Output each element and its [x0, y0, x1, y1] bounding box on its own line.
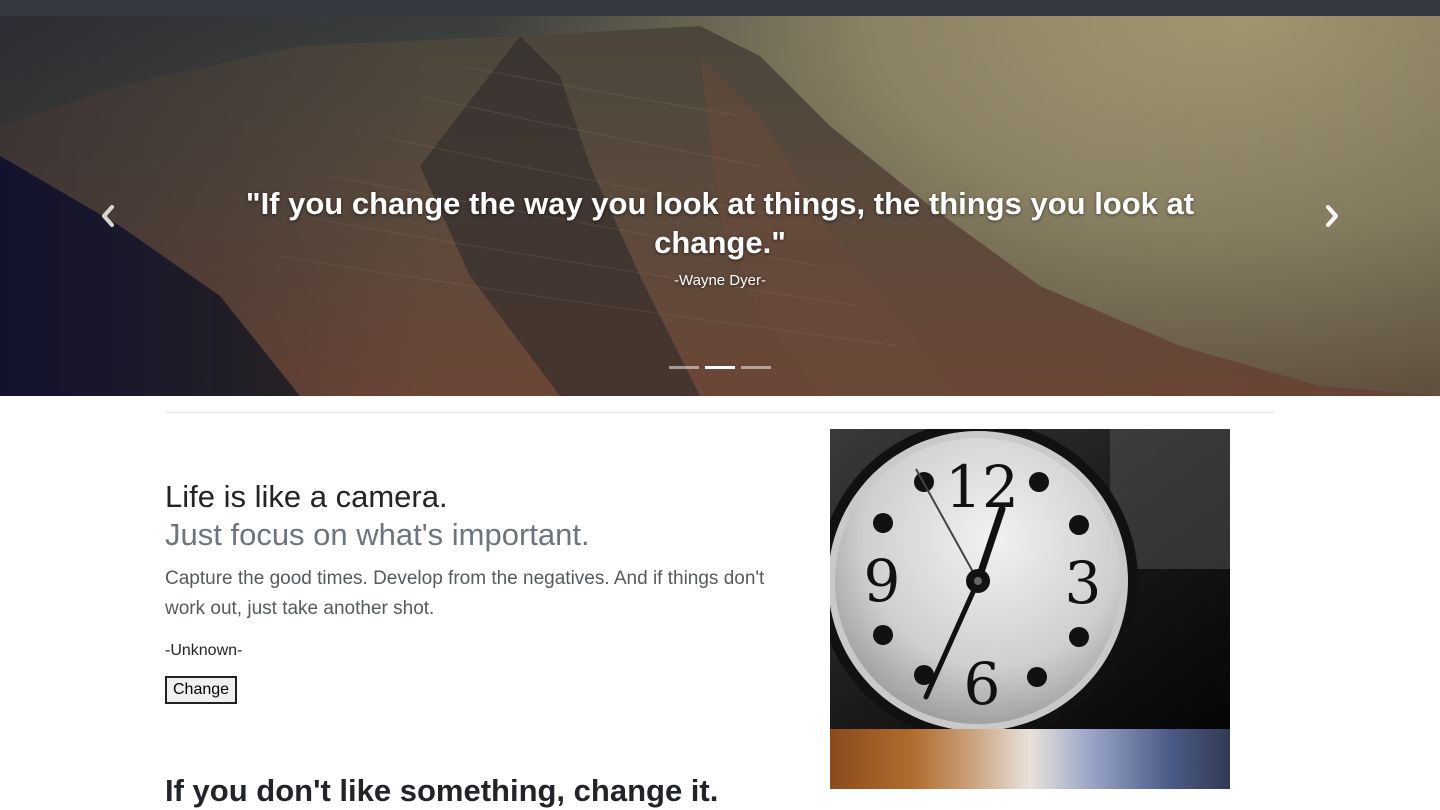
- featurette: Life is like a camera. Just focus on wha…: [165, 478, 785, 704]
- featurette-image-2: [830, 729, 1230, 789]
- featurette-2-heading: If you don't like something, change it.: [165, 773, 719, 808]
- featurette-divider: [165, 412, 1275, 413]
- carousel-quote: "If you change the way you look at thing…: [245, 186, 1195, 260]
- svg-text:9: 9: [864, 547, 901, 615]
- change-button[interactable]: Change: [165, 676, 238, 704]
- carousel-caption: "If you change the way you look at thing…: [240, 184, 1200, 290]
- carousel-prev-button[interactable]: [78, 186, 138, 246]
- featurette-subtitle: Just focus on what's important.: [165, 517, 590, 552]
- svg-text:6: 6: [964, 650, 1001, 718]
- chevron-right-icon: [1326, 205, 1338, 227]
- top-navbar: [0, 0, 1440, 16]
- featurette-heading: Life is like a camera. Just focus on wha…: [165, 478, 785, 554]
- svg-text:12: 12: [945, 453, 1019, 521]
- clock-image: 12 9 3 6: [830, 429, 1230, 729]
- featurette-lead: Capture the good times. Develop from the…: [165, 568, 765, 619]
- svg-text:3: 3: [1065, 549, 1102, 617]
- carousel-indicator-2[interactable]: [705, 366, 735, 369]
- quote-carousel: "If you change the way you look at thing…: [0, 16, 1440, 396]
- featurette-image: 12 9 3 6: [830, 429, 1230, 729]
- carousel-author: -Wayne Dyer-: [674, 272, 766, 289]
- featurette-title: Life is like a camera.: [165, 479, 448, 514]
- chevron-left-icon: [102, 205, 114, 227]
- carousel-indicators: [669, 366, 771, 369]
- carousel-indicator-3[interactable]: [741, 366, 771, 369]
- carousel-next-button[interactable]: [1302, 186, 1362, 246]
- featurette-author: -Unknown-: [165, 642, 243, 659]
- carousel-indicator-1[interactable]: [669, 366, 699, 369]
